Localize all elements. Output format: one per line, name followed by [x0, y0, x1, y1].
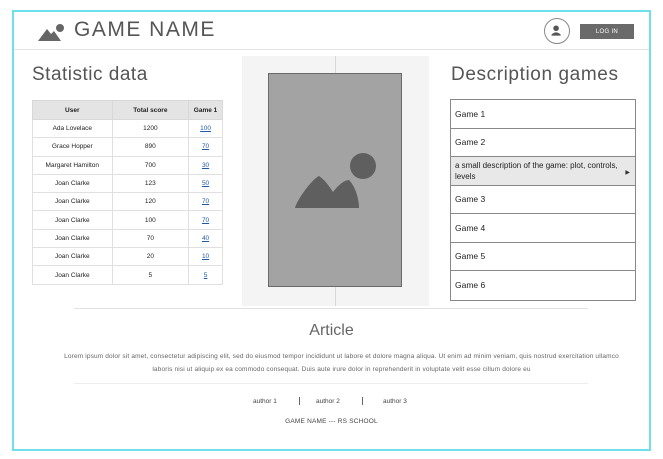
- author-separator: [299, 397, 300, 405]
- game-item-5[interactable]: Game 5: [451, 242, 635, 271]
- stats-table: User Total score Game 1 Ada Lovelace 1200…: [32, 100, 223, 285]
- user-icon[interactable]: [544, 18, 570, 44]
- column-header-user: User: [32, 100, 113, 120]
- game-item-label: Game 3: [455, 194, 486, 205]
- game-item-label: Game 4: [455, 222, 486, 233]
- author-link-2[interactable]: author 2: [316, 398, 340, 405]
- article-divider: [74, 383, 588, 384]
- table-row: Margaret Hamilton 700 30: [32, 155, 223, 175]
- total-score-cell: 5: [111, 265, 190, 285]
- game-item-6[interactable]: Game 6: [451, 271, 635, 300]
- game-title: GAME NAME: [74, 18, 216, 41]
- total-score-cell: 120: [111, 192, 190, 212]
- user-cell: Joan Clarke: [32, 173, 113, 194]
- game-description-panel[interactable]: a small description of the game: plot, c…: [451, 157, 635, 186]
- total-score-cell: 123: [111, 173, 190, 194]
- table-row: Grace Hopper 890 70: [32, 137, 223, 157]
- user-cell: Margaret Hamilton: [32, 155, 113, 175]
- game-item-4[interactable]: Game 4: [451, 214, 635, 243]
- login-button[interactable]: LOG IN: [580, 24, 634, 39]
- user-cell: Joan Clarke: [32, 265, 113, 285]
- author-link-1[interactable]: author 1: [253, 398, 277, 405]
- game-item-label: Game 6: [455, 280, 486, 291]
- caret-right-icon: ▶: [625, 170, 630, 176]
- game-score-link[interactable]: 30: [188, 155, 223, 175]
- stats-title: Statistic data: [32, 64, 148, 85]
- image-placeholder-icon: [295, 153, 376, 208]
- game-item-3[interactable]: Game 3: [451, 185, 635, 214]
- article-title: Article: [309, 322, 354, 339]
- section-divider: [74, 308, 588, 309]
- game-score-link[interactable]: 40: [188, 228, 223, 249]
- user-cell: Grace Hopper: [32, 137, 113, 157]
- game-score-link[interactable]: 10: [188, 247, 223, 267]
- article-text: Lorem ipsum dolor sit amet, consectetur …: [64, 353, 619, 373]
- game-image: [268, 73, 402, 287]
- game-item-1[interactable]: Game 1: [451, 100, 635, 129]
- user-cell: Joan Clarke: [32, 247, 113, 267]
- table-row: Joan Clarke 70 40: [32, 228, 223, 249]
- header: GAME NAME LOG IN: [14, 12, 649, 50]
- column-header-game-1: Game 1: [188, 100, 223, 120]
- table-header-row: User Total score Game 1: [32, 100, 223, 120]
- game-item-label: Game 5: [455, 251, 486, 262]
- table-row: Joan Clarke 20 10: [32, 247, 223, 267]
- user-cell: Joan Clarke: [32, 192, 113, 212]
- table-row: Joan Clarke 100 70: [32, 210, 223, 230]
- total-score-cell: 70: [111, 228, 190, 249]
- page-frame: GAME NAME LOG IN Statistic data User Tot…: [12, 10, 651, 451]
- total-score-cell: 100: [111, 210, 190, 230]
- mountain-sun-icon[interactable]: [38, 22, 66, 42]
- column-header-total-score: Total score: [111, 100, 190, 120]
- user-cell: Joan Clarke: [32, 210, 113, 230]
- total-score-cell: 890: [111, 137, 190, 157]
- user-cell: Ada Lovelace: [32, 118, 113, 139]
- table-row: Joan Clarke 123 50: [32, 173, 223, 194]
- table-row: Joan Clarke 120 70: [32, 192, 223, 212]
- total-score-cell: 20: [111, 247, 190, 267]
- game-score-link[interactable]: 5: [188, 265, 223, 285]
- user-cell: Joan Clarke: [32, 228, 113, 249]
- author-link-3[interactable]: author 3: [383, 398, 407, 405]
- game-item-label: Game 2: [455, 137, 486, 148]
- game-score-link[interactable]: 50: [188, 173, 223, 194]
- description-title: Description games: [451, 64, 619, 85]
- table-row: Joan Clarke 5 5: [32, 265, 223, 285]
- game-score-link[interactable]: 100: [188, 118, 223, 139]
- game-description-text: a small description of the game: plot, c…: [455, 160, 618, 181]
- footer-text: GAME NAME --- RS SCHOOL: [285, 418, 378, 425]
- total-score-cell: 700: [111, 155, 190, 175]
- games-list: Game 1 Game 2 a small description of the…: [450, 99, 636, 301]
- game-score-link[interactable]: 70: [188, 137, 223, 157]
- game-item-label: Game 1: [455, 108, 486, 119]
- total-score-cell: 1200: [111, 118, 190, 139]
- table-row: Ada Lovelace 1200 100: [32, 118, 223, 139]
- game-score-link[interactable]: 70: [188, 192, 223, 212]
- author-separator: [362, 397, 363, 405]
- game-score-link[interactable]: 70: [188, 210, 223, 230]
- game-item-2[interactable]: Game 2: [451, 128, 635, 157]
